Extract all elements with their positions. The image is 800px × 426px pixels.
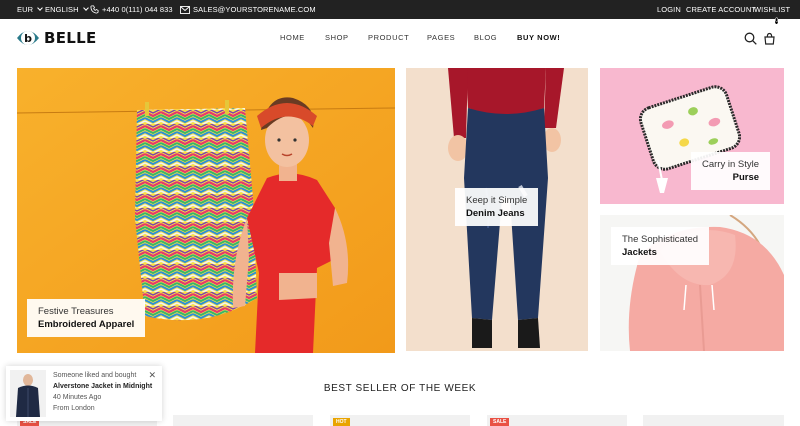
wishlist-link[interactable]: WISHLIST: [754, 0, 790, 19]
email-address: SALES@YOURSTORENAME.COM: [193, 5, 316, 14]
banner-caption: The Sophisticated Jackets: [611, 227, 710, 265]
notification-text: Someone liked and bought: [53, 372, 137, 379]
chevron-down-icon: [37, 5, 43, 11]
logo-text: BELLE: [44, 29, 97, 47]
svg-text:b: b: [24, 32, 32, 45]
top-bar: EUR ENGLISH +440 0(111) 044 833 SALES@YO…: [0, 0, 800, 19]
chevron-down-icon: [82, 5, 89, 11]
caption-line2: Embroidered Apparel: [38, 319, 135, 330]
caption-line2: Denim Jeans: [466, 208, 525, 219]
nav-shop[interactable]: SHOP: [325, 33, 349, 42]
notification-product[interactable]: Alverstone Jacket in Midnight: [53, 383, 152, 390]
currency-label: EUR: [17, 5, 34, 14]
banner-purse[interactable]: Carry in Style Purse: [600, 68, 784, 204]
create-account-link[interactable]: CREATE ACCOUNT: [686, 0, 756, 19]
banner-caption: Festive Treasures Embroidered Apparel: [27, 299, 146, 337]
cart-count-badge: 0: [775, 18, 779, 24]
close-icon[interactable]: ✕: [148, 370, 156, 381]
phone-icon: [89, 5, 99, 15]
mail-icon: [180, 5, 190, 15]
phone-number: +440 0(111) 044 833: [102, 5, 173, 14]
sale-badge: SALE: [490, 418, 510, 426]
nav-blog[interactable]: BLOG: [474, 33, 497, 42]
wishlist-label: WISHLIST: [754, 5, 791, 14]
banner-jackets[interactable]: The Sophisticated Jackets: [600, 215, 784, 351]
product-card[interactable]: [643, 415, 784, 426]
caption-line1: Keep it Simple: [466, 195, 528, 206]
purchase-notification: Someone liked and bought Alverstone Jack…: [6, 366, 162, 421]
product-thumbnail[interactable]: [10, 370, 46, 417]
logo-icon: b: [17, 31, 39, 45]
login-label: LOGIN: [657, 5, 681, 14]
logo[interactable]: b BELLE: [16, 27, 97, 49]
language-selector[interactable]: ENGLISH: [45, 0, 89, 19]
caption-line2: Jackets: [622, 247, 657, 258]
nav-pages[interactable]: PAGES: [427, 33, 455, 42]
banner-caption: Keep it Simple Denim Jeans: [455, 188, 539, 226]
language-label: ENGLISH: [45, 5, 79, 14]
search-icon[interactable]: [744, 32, 758, 46]
caption-line1: Festive Treasures: [38, 306, 114, 317]
notification-time: 40 Minutes Ago: [53, 394, 102, 401]
caption-line1: Carry in Style: [702, 159, 760, 170]
caption-line1: The Sophisticated: [622, 234, 699, 245]
banner-embroidered-apparel[interactable]: Festive Treasures Embroidered Apparel: [17, 68, 395, 353]
product-card[interactable]: [330, 415, 470, 426]
nav-product[interactable]: PRODUCT: [368, 33, 409, 42]
nav-home[interactable]: HOME: [280, 33, 305, 42]
cart-icon[interactable]: [763, 32, 777, 46]
hot-badge: HOT: [333, 418, 350, 426]
site-header: b BELLE HOME SHOP PRODUCT PAGES BLOG BUY…: [0, 18, 800, 59]
email-link[interactable]: SALES@YOURSTORENAME.COM: [180, 0, 316, 19]
nav-buy-now[interactable]: BUY NOW!: [517, 33, 560, 42]
notification-location: From London: [53, 405, 95, 412]
banner-denim-jeans[interactable]: Keep it Simple Denim Jeans: [406, 68, 588, 351]
product-card[interactable]: [173, 415, 313, 426]
caption-line2: Purse: [732, 172, 760, 183]
phone-link[interactable]: +440 0(111) 044 833: [89, 0, 173, 19]
currency-selector[interactable]: EUR: [17, 0, 43, 19]
create-account-label: CREATE ACCOUNT: [686, 5, 757, 14]
login-link[interactable]: LOGIN: [657, 0, 681, 19]
banner-caption: Carry in Style Purse: [691, 152, 771, 190]
